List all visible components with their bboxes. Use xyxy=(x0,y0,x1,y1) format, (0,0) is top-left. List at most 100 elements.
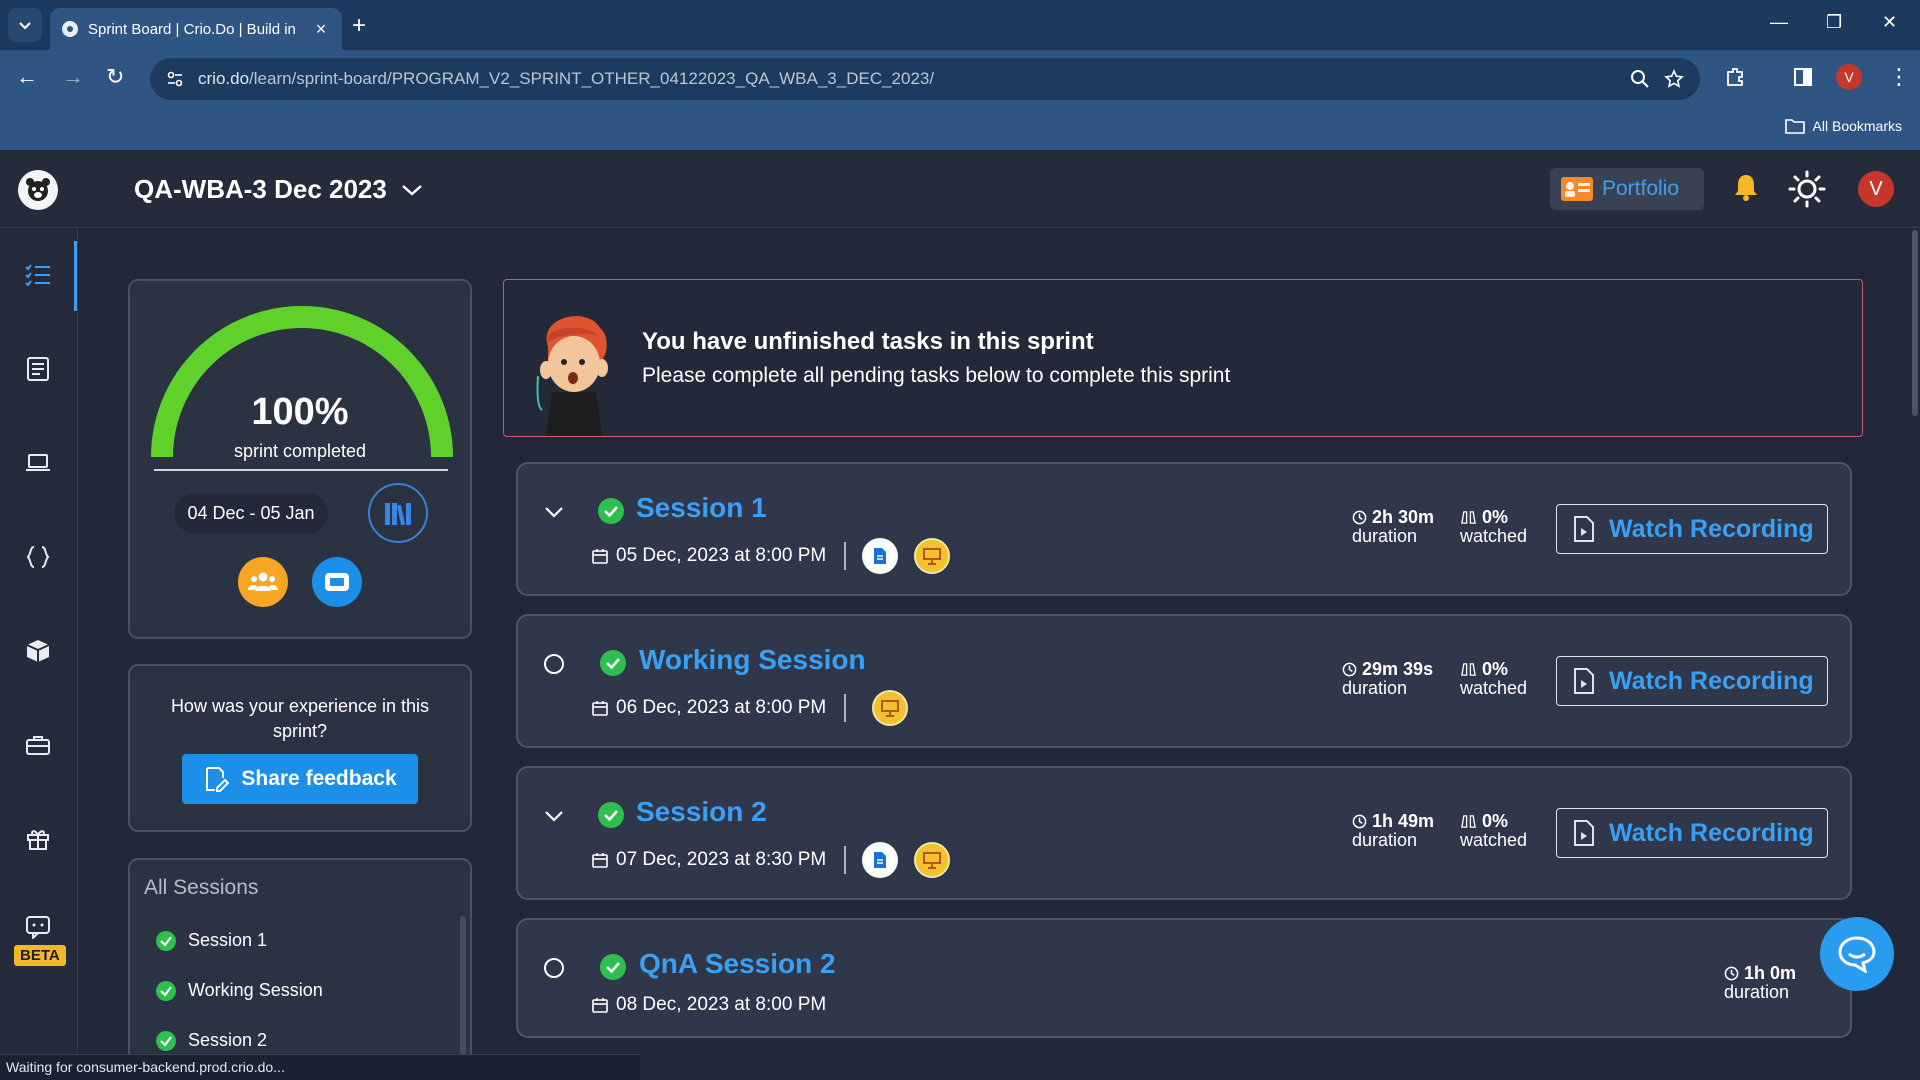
bear-logo-icon xyxy=(26,178,50,201)
session-card[interactable]: QnA Session 2 08 Dec, 2023 at 8:00 PM 1h… xyxy=(516,918,1852,1038)
expand-toggle[interactable] xyxy=(542,500,566,524)
side-panel-icon[interactable] xyxy=(1792,66,1814,94)
progress-gauge xyxy=(151,306,453,458)
browser-menu-icon[interactable]: ⋮ xyxy=(1888,64,1910,90)
community-button[interactable] xyxy=(238,557,288,607)
bookmark-star-icon[interactable] xyxy=(1664,69,1684,89)
portfolio-button[interactable]: Portfolio xyxy=(1550,168,1704,210)
briefcase-icon xyxy=(26,736,50,755)
share-feedback-button[interactable]: Share feedback xyxy=(182,754,418,804)
binoculars-icon xyxy=(1461,815,1476,828)
tab-close-icon[interactable]: × xyxy=(312,19,330,40)
extensions-icon[interactable] xyxy=(1724,66,1746,94)
watched-value: 0% xyxy=(1482,507,1509,527)
beta-badge: BETA xyxy=(14,945,66,966)
all-sessions-panel: All Sessions Session 1 Working Session S… xyxy=(128,858,472,1080)
edit-document-icon xyxy=(206,767,230,792)
session-date-text: 07 Dec, 2023 at 8:30 PM xyxy=(616,849,827,870)
rail-item-workspace[interactable] xyxy=(22,447,54,479)
browser-tabstrip: Sprint Board | Crio.Do | Build in × + — … xyxy=(0,0,1920,50)
session-date-text: 06 Dec, 2023 at 8:00 PM xyxy=(616,697,827,718)
theme-sun-icon[interactable] xyxy=(1788,170,1826,213)
watched-stat: 0% watched xyxy=(1460,812,1527,850)
rail-item-ai-chat[interactable] xyxy=(22,911,54,943)
session-date: 08 Dec, 2023 at 8:00 PM xyxy=(592,994,826,1016)
duration-stat: 1h 0m duration xyxy=(1724,964,1796,1002)
session-title[interactable]: Session 2 xyxy=(636,796,767,828)
chevron-down-icon xyxy=(545,811,563,822)
duration-stat: 1h 49m duration xyxy=(1352,812,1434,850)
check-circle-icon xyxy=(156,980,176,1001)
notes-document-icon[interactable] xyxy=(862,842,899,878)
rail-item-code[interactable] xyxy=(22,541,54,573)
feedback-question: How was your experience in this sprint? xyxy=(170,696,430,741)
list-item[interactable]: Session 2 xyxy=(156,1030,267,1051)
list-item[interactable]: Working Session xyxy=(156,980,323,1001)
rail-item-jobs[interactable] xyxy=(22,729,54,761)
new-tab-button[interactable]: + xyxy=(352,12,366,40)
duration-value: 2h 30m xyxy=(1372,507,1435,527)
session-card[interactable]: Session 2 07 Dec, 2023 at 8:30 PM 1h 49m… xyxy=(516,766,1852,900)
video-document-icon xyxy=(1574,820,1594,846)
sprint-title: QA-WBA-3 Dec 2023 xyxy=(134,174,387,204)
calendar-icon xyxy=(592,549,608,564)
forward-arrow-icon[interactable]: → xyxy=(62,64,84,90)
presentation-slides-icon[interactable] xyxy=(872,690,909,726)
bell-icon[interactable] xyxy=(1733,172,1759,207)
session-card[interactable]: Working Session 06 Dec, 2023 at 8:00 PM … xyxy=(516,614,1852,748)
session-title[interactable]: QnA Session 2 xyxy=(639,948,836,980)
watch-recording-button[interactable]: Watch Recording xyxy=(1556,656,1828,706)
check-circle-icon xyxy=(600,954,626,980)
chevron-down-icon xyxy=(545,507,563,518)
classroom-button[interactable] xyxy=(312,557,362,607)
rail-item-rewards[interactable] xyxy=(22,823,54,855)
radio-toggle[interactable] xyxy=(542,652,566,676)
watch-recording-button[interactable]: Watch Recording xyxy=(1556,504,1828,554)
tab-search-button[interactable] xyxy=(8,8,42,42)
back-arrow-icon[interactable]: ← xyxy=(16,64,38,90)
duration-label: duration xyxy=(1724,982,1790,1002)
crio-logo[interactable] xyxy=(18,170,58,210)
list-item[interactable]: Session 1 xyxy=(156,930,267,951)
rail-item-notes[interactable] xyxy=(22,353,54,385)
watch-recording-button[interactable]: Watch Recording xyxy=(1556,808,1828,858)
page-scrollbar[interactable] xyxy=(1912,230,1918,416)
notes-document-icon[interactable] xyxy=(862,538,899,574)
user-avatar[interactable]: V xyxy=(1858,171,1894,207)
progress-percent: 100% xyxy=(251,391,349,433)
watched-value: 0% xyxy=(1482,659,1509,679)
progress-caption: sprint completed xyxy=(233,441,367,461)
divider xyxy=(844,542,847,570)
session-card[interactable]: Session 1 05 Dec, 2023 at 8:00 PM 2h 30m… xyxy=(516,462,1852,596)
sprint-selector[interactable]: QA-WBA-3 Dec 2023 xyxy=(134,174,423,205)
rail-item-tasks[interactable] xyxy=(22,259,54,291)
watched-label: watched xyxy=(1460,678,1528,698)
close-window-button[interactable]: ✕ xyxy=(1882,12,1897,33)
presentation-slides-icon[interactable] xyxy=(914,842,951,878)
browser-tab-active[interactable]: Sprint Board | Crio.Do | Build in × xyxy=(50,8,342,50)
profile-avatar[interactable]: V xyxy=(1836,64,1862,90)
radio-toggle[interactable] xyxy=(542,956,566,980)
chat-support-button[interactable] xyxy=(1820,917,1894,991)
clock-icon xyxy=(1352,814,1367,829)
unfinished-tasks-alert: You have unfinished tasks in this sprint… xyxy=(503,279,1863,437)
rail-item-modules[interactable] xyxy=(22,635,54,667)
restore-button[interactable]: ❐ xyxy=(1826,12,1842,33)
reload-icon[interactable]: ↻ xyxy=(106,64,124,90)
calendar-icon xyxy=(592,998,608,1013)
progress-gauge-fill xyxy=(151,306,453,458)
address-bar[interactable]: crio.do/learn/sprint-board/PROGRAM_V2_SP… xyxy=(150,58,1700,100)
session-title[interactable]: Session 1 xyxy=(636,492,767,524)
url-host: crio.do xyxy=(198,69,250,88)
library-button[interactable] xyxy=(368,483,428,543)
duration-stat: 29m 39s duration xyxy=(1342,660,1433,698)
zoom-icon[interactable] xyxy=(1630,69,1650,89)
all-bookmarks-button[interactable]: All Bookmarks xyxy=(1784,118,1902,134)
tab-title: Sprint Board | Crio.Do | Build in xyxy=(88,20,296,38)
watch-recording-label: Watch Recording xyxy=(1609,818,1814,847)
presentation-slides-icon[interactable] xyxy=(914,538,951,574)
minimize-button[interactable]: — xyxy=(1770,12,1788,33)
session-title[interactable]: Working Session xyxy=(639,644,866,676)
site-info-icon[interactable] xyxy=(166,70,184,88)
expand-toggle[interactable] xyxy=(542,804,566,828)
